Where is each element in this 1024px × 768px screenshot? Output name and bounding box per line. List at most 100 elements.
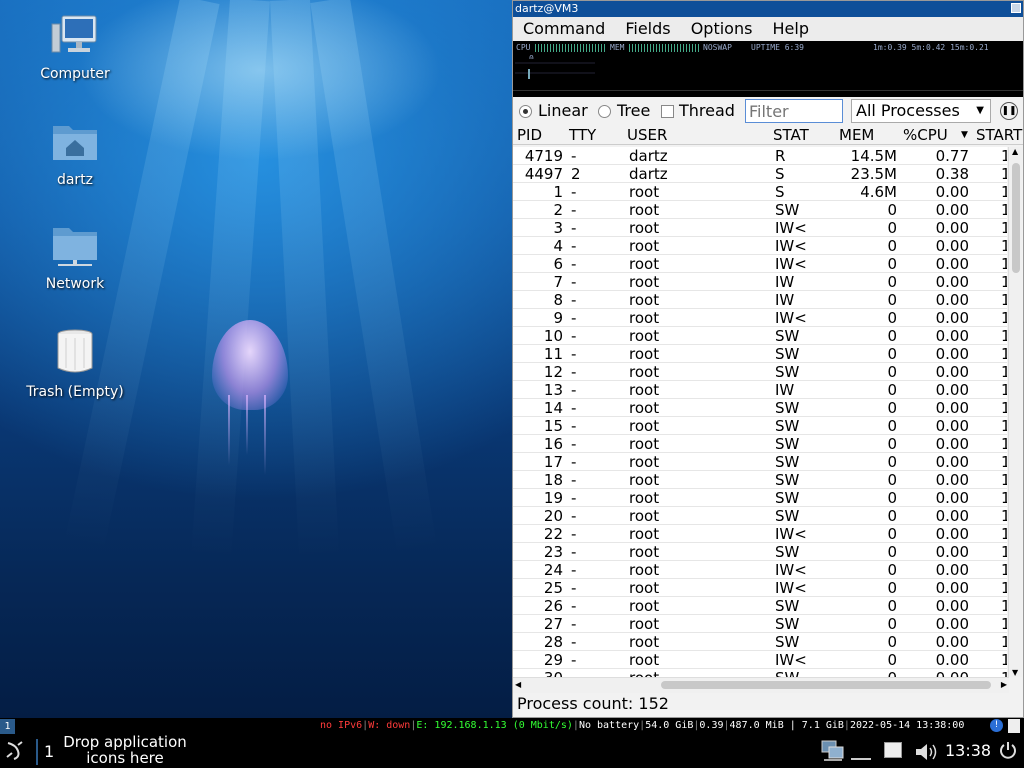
table-row[interactable]: 6- root IW< 0 0.00 1 <box>513 255 1007 273</box>
cpu-meter-bars <box>535 44 607 52</box>
scrollbar-thumb[interactable] <box>661 681 991 689</box>
cell-user: root <box>629 633 660 651</box>
scroll-down-icon[interactable]: ▼ <box>1012 668 1018 677</box>
thread-label[interactable]: Thread <box>679 101 735 120</box>
scrollbar-thumb[interactable] <box>1012 163 1020 273</box>
column-user[interactable]: USER <box>627 125 667 144</box>
show-desktop-icon[interactable] <box>884 742 902 758</box>
table-row[interactable]: 29- root IW< 0 0.00 1 <box>513 651 1007 669</box>
status-segment: 487.0 MiB | 7.1 GiB <box>729 720 844 731</box>
table-row[interactable]: 2- root SW 0 0.00 1 <box>513 201 1007 219</box>
table-row[interactable]: 11- root SW 0 0.00 1 <box>513 345 1007 363</box>
table-row[interactable]: 18- root SW 0 0.00 1 <box>513 471 1007 489</box>
menu-fields[interactable]: Fields <box>625 19 670 38</box>
start-menu-icon[interactable] <box>4 739 26 765</box>
table-row[interactable]: 23- root SW 0 0.00 1 <box>513 543 1007 561</box>
desktop-icon-computer[interactable]: Computer <box>20 14 130 82</box>
workspace-number[interactable]: 1 <box>44 742 54 761</box>
menu-command[interactable]: Command <box>523 19 605 38</box>
column-stat[interactable]: STAT <box>773 125 809 144</box>
table-row[interactable]: 27- root SW 0 0.00 1 <box>513 615 1007 633</box>
desktop-icon-trash[interactable]: Trash (Empty) <box>20 328 130 400</box>
cell-tty: - <box>571 255 577 273</box>
menu-options[interactable]: Options <box>691 19 753 38</box>
process-filter-select[interactable]: All Processes ▼ <box>851 99 991 123</box>
column-pid[interactable]: PID <box>517 125 542 144</box>
column-start[interactable]: START <box>976 125 1022 144</box>
cell-mem: 0 <box>887 489 897 507</box>
clock[interactable]: 13:38 <box>945 741 991 760</box>
column-tty[interactable]: TTY <box>569 125 596 144</box>
launcher-drop-zone[interactable]: Drop application icons here <box>60 734 190 766</box>
linear-label[interactable]: Linear <box>538 101 588 120</box>
window-titlebar[interactable]: dartz@VM3 <box>513 1 1023 17</box>
column-cpu[interactable]: %CPU <box>903 125 948 144</box>
scroll-up-icon[interactable]: ▲ <box>1012 147 1018 156</box>
cell-start: 1 <box>1001 255 1007 273</box>
cell-start: 1 <box>1001 669 1007 677</box>
table-row[interactable]: 17- root SW 0 0.00 1 <box>513 453 1007 471</box>
table-row[interactable]: 8- root IW 0 0.00 1 <box>513 291 1007 309</box>
scroll-right-icon[interactable]: ▶ <box>1001 680 1007 689</box>
table-row[interactable]: 3- root IW< 0 0.00 1 <box>513 219 1007 237</box>
pause-icon[interactable]: ❚❚ <box>1000 102 1018 120</box>
table-row[interactable]: 13- root IW 0 0.00 1 <box>513 381 1007 399</box>
table-row[interactable]: 4719- dartz R 14.5M 0.77 1 <box>513 147 1007 165</box>
cell-mem: 0 <box>835 669 897 677</box>
cell-start: 1 <box>1001 471 1007 489</box>
cell-mem: 0 <box>887 255 897 273</box>
tree-label[interactable]: Tree <box>617 101 650 120</box>
cell-mem: 0 <box>887 453 897 471</box>
process-table: 4719- dartz R 14.5M 0.77 1 4497 2 dartz S 23.5M 0.3… <box>513 147 1007 677</box>
tree-radio[interactable] <box>598 105 611 118</box>
table-row[interactable]: 26- root SW 0 0.00 1 <box>513 597 1007 615</box>
table-row[interactable]: 7- root IW 0 0.00 1 <box>513 273 1007 291</box>
menu-help[interactable]: Help <box>773 19 809 38</box>
filter-input[interactable] <box>745 99 843 123</box>
minimize-indicator-icon[interactable] <box>851 758 871 760</box>
table-row[interactable]: 25- root IW< 0 0.00 1 <box>513 579 1007 597</box>
cell-start: 1 <box>1001 327 1007 345</box>
table-row[interactable]: 30- root SW 0 0.00 1 <box>513 669 1007 677</box>
scroll-left-icon[interactable]: ◀ <box>515 680 521 689</box>
power-icon[interactable] <box>998 741 1018 765</box>
table-row[interactable]: 20- root SW 0 0.00 1 <box>513 507 1007 525</box>
linear-radio[interactable] <box>519 105 532 118</box>
cell-tty: - <box>571 453 577 471</box>
horizontal-scrollbar[interactable]: ◀ ▶ <box>513 677 1009 693</box>
cell-stat: IW <box>775 273 795 291</box>
volume-icon[interactable] <box>914 742 938 766</box>
notification-icon[interactable]: ! <box>990 719 1003 732</box>
table-row[interactable]: 15- root SW 0 0.00 1 <box>513 417 1007 435</box>
table-row[interactable]: 16- root SW 0 0.00 1 <box>513 435 1007 453</box>
cell-user: root <box>629 399 660 417</box>
table-row[interactable]: 1- root S 4.6M 0.00 1 <box>513 183 1007 201</box>
table-row[interactable]: 4497 2 dartz S 23.5M 0.38 1 <box>513 165 1007 183</box>
table-row[interactable]: 14- root SW 0 0.00 1 <box>513 399 1007 417</box>
table-row[interactable]: 10- root SW 0 0.00 1 <box>513 327 1007 345</box>
desktop-icon-network[interactable]: Network <box>20 224 130 292</box>
load-average: 1m:0.39 5m:0.42 15m:0.21 <box>873 43 989 52</box>
table-row[interactable]: 19- root SW 0 0.00 1 <box>513 489 1007 507</box>
document-icon[interactable] <box>1008 719 1020 733</box>
vertical-scrollbar[interactable]: ▲ ▼ <box>1008 147 1022 677</box>
table-row[interactable]: 9- root IW< 0 0.00 1 <box>513 309 1007 327</box>
column-mem[interactable]: MEM <box>839 125 874 144</box>
thread-checkbox[interactable] <box>661 105 674 118</box>
window-menu-button[interactable] <box>1011 3 1021 13</box>
cell-cpu: 0.00 <box>935 453 969 471</box>
table-row[interactable]: 12- root SW 0 0.00 1 <box>513 363 1007 381</box>
table-row[interactable]: 24- root IW< 0 0.00 1 <box>513 561 1007 579</box>
table-row[interactable]: 28- root SW 0 0.00 1 <box>513 633 1007 651</box>
status-bar: 1 no IPv6|W: down|E: 192.168.1.13 (0 Mbi… <box>0 718 1024 734</box>
workspace-indicator[interactable]: 1 <box>0 719 15 734</box>
cell-start: 1 <box>1001 147 1007 165</box>
status-segment: W: down <box>368 720 411 731</box>
network-icon[interactable] <box>820 739 846 767</box>
cell-cpu: 0.00 <box>935 597 969 615</box>
cell-start: 1 <box>1001 345 1007 363</box>
table-row[interactable]: 22- root IW< 0 0.00 1 <box>513 525 1007 543</box>
desktop-icon-home[interactable]: dartz <box>20 120 130 188</box>
cell-stat: SW <box>775 363 800 381</box>
table-row[interactable]: 4- root IW< 0 0.00 1 <box>513 237 1007 255</box>
